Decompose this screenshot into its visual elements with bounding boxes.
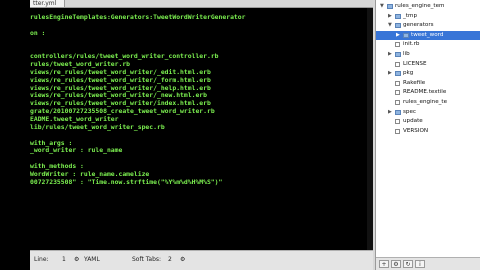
folder-icon <box>395 109 401 115</box>
info-button[interactable]: i <box>415 260 425 268</box>
tree-item-rakefile[interactable]: Rakefile <box>376 79 480 88</box>
tree-item-label: _tmp <box>403 12 417 19</box>
disclosure-closed-icon[interactable]: ▶ <box>388 12 392 21</box>
left-margin <box>0 0 30 270</box>
tree-item-generators[interactable]: ▼ generators <box>376 21 480 30</box>
file-icon <box>395 42 400 48</box>
tree-item-init-rb[interactable]: init.rb <box>376 40 480 49</box>
tree-item-label: rules_engine_te <box>403 99 448 105</box>
status-bar: Line: 1 ⚙ YAML Soft Tabs: 2 ⚙ <box>30 250 373 270</box>
language-mode-select[interactable]: YAML <box>84 256 100 263</box>
disclosure-closed-icon[interactable]: ▶ <box>388 108 392 117</box>
file-icon <box>395 128 400 134</box>
code-line: on : <box>30 28 46 37</box>
line-number: 1 <box>62 256 66 263</box>
file-icon <box>395 80 400 86</box>
tree-item-label: pkg <box>403 70 414 77</box>
tree-item-label: init.rb <box>403 41 420 48</box>
tree-item-rules-engine-tem[interactable]: ▼ rules_engine_tem <box>376 2 480 11</box>
tree-item-label: rules_engine_tem <box>395 3 445 9</box>
code-line: _word_writer : rule_name <box>30 146 123 155</box>
gear-menu-button[interactable]: ⚙ <box>391 260 401 268</box>
tree-item-pkg[interactable]: ▶ pkg <box>376 69 480 78</box>
disclosure-open-icon[interactable]: ▼ <box>388 21 392 30</box>
editor-scrollbar[interactable] <box>367 8 373 250</box>
drawer-footer: + ⚙ ↻ i <box>376 257 480 270</box>
symbol-menu-icon[interactable]: ⚙ <box>180 256 185 263</box>
code-line: lib/rules/tweet_word_writer_spec.rb <box>30 122 165 131</box>
folder-icon <box>403 32 409 38</box>
tab-bar: tter.yml <box>30 0 373 8</box>
tree-item-rules-engine-te[interactable]: rules_engine_te <box>376 98 480 107</box>
tree-item-license[interactable]: LICENSE <box>376 60 480 69</box>
refresh-button[interactable]: ↻ <box>403 260 413 268</box>
tree-item-label: tweet_word <box>411 31 444 38</box>
tab-size-value[interactable]: 2 <box>168 256 172 263</box>
tree-item-label: VERSION <box>403 127 429 134</box>
file-icon <box>395 61 400 67</box>
tree-item-tweet-word[interactable]: ▶ tweet_word <box>376 30 480 40</box>
gear-icon[interactable]: ⚙ <box>74 256 79 263</box>
code-editor[interactable]: rulesEngineTemplates:Generators:TweetWor… <box>30 8 373 250</box>
tree-item-readme-textile[interactable]: README.textile <box>376 88 480 97</box>
file-icon <box>395 100 400 105</box>
disclosure-closed-icon[interactable]: ▶ <box>396 31 400 40</box>
tree-item-lib[interactable]: ▶ lib <box>376 50 480 59</box>
tree-item-label: README.textile <box>403 89 447 96</box>
textmate-window: tter.yml rulesEngineTemplates:Generators… <box>30 0 480 270</box>
disclosure-open-icon[interactable]: ▼ <box>380 2 384 11</box>
tree-item-update[interactable]: update <box>376 117 480 126</box>
project-drawer: ▼ rules_engine_tem ▶ _tmp ▼ generators ▶ tweet_… <box>375 0 480 270</box>
folder-icon <box>387 4 393 9</box>
file-icon <box>395 90 400 96</box>
folder-icon <box>395 23 401 29</box>
code-text[interactable]: rulesEngineTemplates:Generators:TweetWor… <box>30 13 246 187</box>
tree-item-spec[interactable]: ▶ spec <box>376 108 480 117</box>
tree-item-version[interactable]: VERSION <box>376 127 480 136</box>
line-label: Line: <box>34 256 49 263</box>
disclosure-closed-icon[interactable]: ▶ <box>388 50 392 59</box>
tabs-label[interactable]: Soft Tabs: <box>132 256 161 263</box>
tree-item--tmp[interactable]: ▶ _tmp <box>376 12 480 21</box>
tree-item-label: Rakefile <box>403 79 426 86</box>
tree-item-label: LICENSE <box>403 60 427 67</box>
file-tab[interactable]: tter.yml <box>30 0 66 7</box>
add-file-button[interactable]: + <box>379 260 389 268</box>
folder-icon <box>395 71 401 77</box>
tree-item-label: lib <box>403 51 410 57</box>
tree-item-label: update <box>403 118 423 125</box>
tree-item-label: generators <box>403 22 434 29</box>
folder-icon <box>395 13 401 19</box>
tree-item-label: spec <box>403 108 416 115</box>
code-line: 00727235508" : "Time.now.strftime("%Y%m%… <box>30 177 223 186</box>
folder-icon <box>395 52 401 57</box>
file-icon <box>395 119 400 125</box>
disclosure-closed-icon[interactable]: ▶ <box>388 69 392 78</box>
code-line: rulesEngineTemplates:Generators:TweetWor… <box>30 13 246 21</box>
